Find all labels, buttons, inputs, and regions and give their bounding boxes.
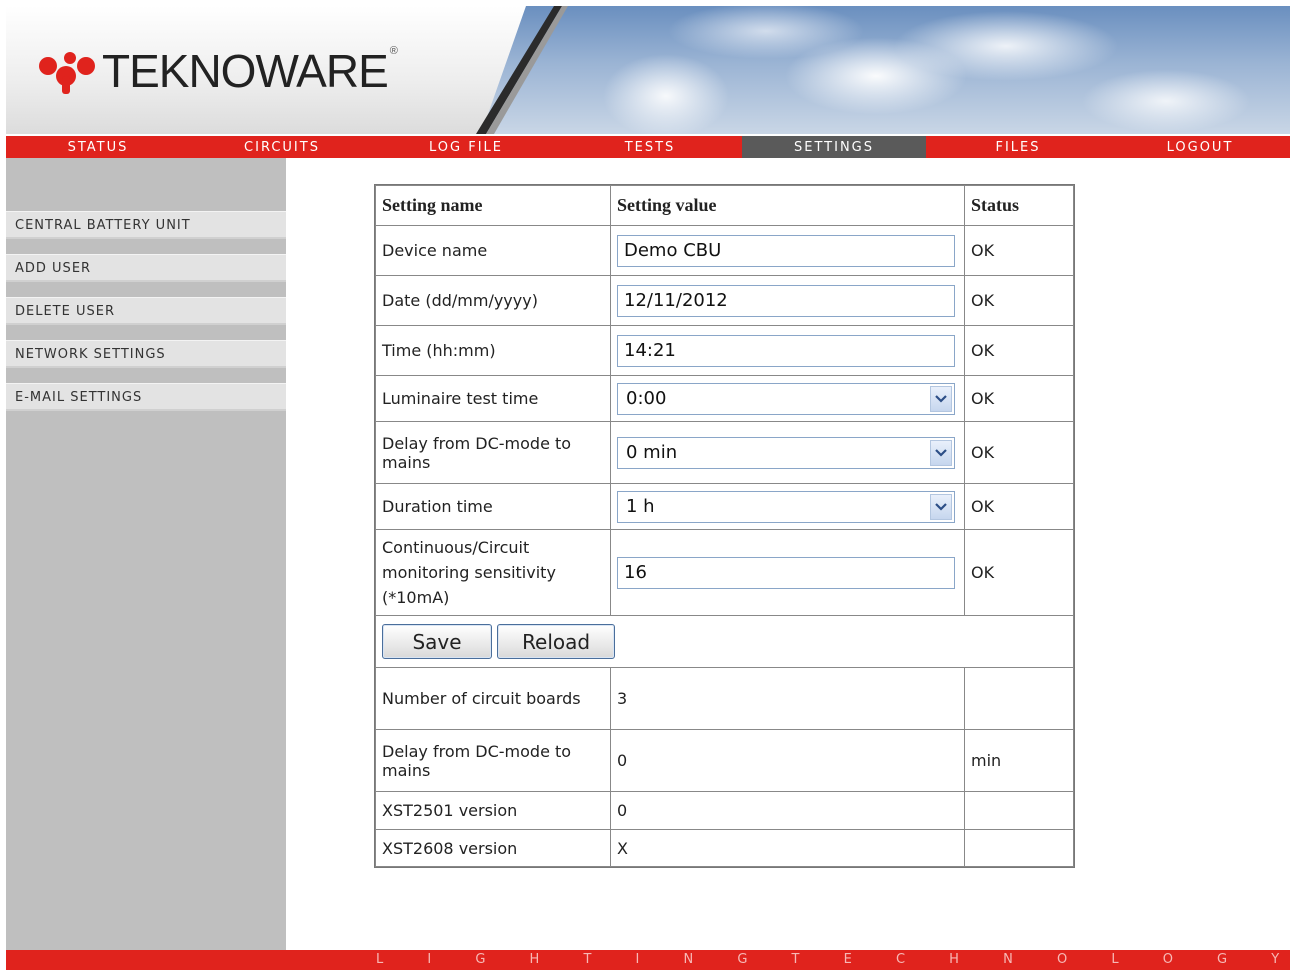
select-value: 1 h	[626, 495, 655, 517]
status-ok: OK	[964, 275, 1074, 325]
table-row: Device name OK	[375, 225, 1074, 275]
info-unit	[964, 667, 1074, 729]
logo-mark-icon	[39, 52, 95, 94]
registered-mark: ®	[389, 45, 398, 57]
header-banner: TEKNOWARE ®	[6, 6, 1290, 134]
monitoring-sensitivity-input[interactable]	[617, 556, 955, 589]
select-value: 0 min	[626, 441, 678, 463]
table-header-row: Setting name Setting value Status	[375, 185, 1074, 225]
nav-status[interactable]: STATUS	[6, 136, 190, 158]
table-row: Continuous/Circuit monitoring sensitivit…	[375, 529, 1074, 615]
table-row: Time (hh:mm) OK	[375, 325, 1074, 375]
info-name: XST2608 version	[375, 829, 610, 867]
status-ok: OK	[964, 529, 1074, 615]
nav-log-file[interactable]: LOG FILE	[374, 136, 558, 158]
nav-files[interactable]: FILES	[926, 136, 1110, 158]
table-row: Delay from DC-mode to mains 0 min OK	[375, 421, 1074, 483]
nav-settings[interactable]: SETTINGS	[742, 136, 926, 158]
info-value: 0	[610, 791, 964, 829]
info-row: Number of circuit boards 3	[375, 667, 1074, 729]
footer-tagline: L I G H T I N G T E C H N O L O G Y	[376, 952, 1290, 967]
footer-bar: L I G H T I N G T E C H N O L O G Y	[6, 950, 1290, 970]
setting-value-cell: 0:00	[610, 375, 964, 421]
info-row: XST2501 version 0	[375, 791, 1074, 829]
nav-circuits[interactable]: CIRCUITS	[190, 136, 374, 158]
sidebar: CENTRAL BATTERY UNIT ADD USER DELETE USE…	[6, 158, 286, 950]
info-value: 3	[610, 667, 964, 729]
info-row: Delay from DC-mode to mains 0 min	[375, 729, 1074, 791]
info-value: X	[610, 829, 964, 867]
setting-value-cell	[610, 275, 964, 325]
table-row: Date (dd/mm/yyyy) OK	[375, 275, 1074, 325]
setting-value-cell	[610, 529, 964, 615]
setting-name: Luminaire test time	[375, 375, 610, 421]
nav-logout[interactable]: LOGOUT	[1110, 136, 1290, 158]
sidebar-item-add-user[interactable]: ADD USER	[6, 254, 286, 282]
setting-name: Continuous/Circuit monitoring sensitivit…	[375, 529, 610, 615]
sidebar-item-delete-user[interactable]: DELETE USER	[6, 297, 286, 325]
reload-button[interactable]: Reload	[497, 624, 616, 659]
info-unit: min	[964, 729, 1074, 791]
setting-name: Device name	[375, 225, 610, 275]
chevron-down-icon[interactable]	[930, 385, 952, 412]
sidebar-item-network-settings[interactable]: NETWORK SETTINGS	[6, 340, 286, 368]
header-status: Status	[964, 185, 1074, 225]
button-cell: Save Reload	[375, 615, 1074, 667]
main-navigation: STATUS CIRCUITS LOG FILE TESTS SETTINGS …	[6, 136, 1290, 158]
setting-name: Delay from DC-mode to mains	[375, 421, 610, 483]
teknoware-logo: TEKNOWARE ®	[36, 45, 398, 97]
luminaire-test-time-select[interactable]: 0:00	[617, 382, 955, 415]
chevron-down-icon[interactable]	[930, 439, 952, 466]
sidebar-item-email-settings[interactable]: E-MAIL SETTINGS	[6, 383, 286, 411]
info-unit	[964, 829, 1074, 867]
table-row: Duration time 1 h OK	[375, 483, 1074, 529]
nav-tests[interactable]: TESTS	[558, 136, 742, 158]
delay-dc-mode-select[interactable]: 0 min	[617, 436, 955, 469]
chevron-down-icon[interactable]	[930, 493, 952, 520]
table-row: Luminaire test time 0:00 OK	[375, 375, 1074, 421]
header-setting-value: Setting value	[610, 185, 964, 225]
status-ok: OK	[964, 421, 1074, 483]
button-row: Save Reload	[375, 615, 1074, 667]
setting-name: Time (hh:mm)	[375, 325, 610, 375]
select-value: 0:00	[626, 387, 667, 409]
info-name: Number of circuit boards	[375, 667, 610, 729]
duration-time-select[interactable]: 1 h	[617, 490, 955, 523]
setting-name: Duration time	[375, 483, 610, 529]
info-name: XST2501 version	[375, 791, 610, 829]
date-input[interactable]	[617, 284, 955, 317]
sidebar-item-central-battery-unit[interactable]: CENTRAL BATTERY UNIT	[6, 211, 286, 239]
info-value: 0	[610, 729, 964, 791]
setting-value-cell: 1 h	[610, 483, 964, 529]
device-name-input[interactable]	[617, 234, 955, 267]
setting-value-cell: 0 min	[610, 421, 964, 483]
time-input[interactable]	[617, 334, 955, 367]
header-setting-name: Setting name	[375, 185, 610, 225]
setting-name: Date (dd/mm/yyyy)	[375, 275, 610, 325]
save-button[interactable]: Save	[382, 624, 492, 659]
info-unit	[964, 791, 1074, 829]
setting-value-cell	[610, 325, 964, 375]
setting-value-cell	[610, 225, 964, 275]
status-ok: OK	[964, 225, 1074, 275]
info-row: XST2608 version X	[375, 829, 1074, 867]
info-name: Delay from DC-mode to mains	[375, 729, 610, 791]
logo-wordmark: TEKNOWARE	[102, 45, 389, 97]
settings-table: Setting name Setting value Status Device…	[374, 184, 1075, 868]
status-ok: OK	[964, 375, 1074, 421]
status-ok: OK	[964, 325, 1074, 375]
status-ok: OK	[964, 483, 1074, 529]
